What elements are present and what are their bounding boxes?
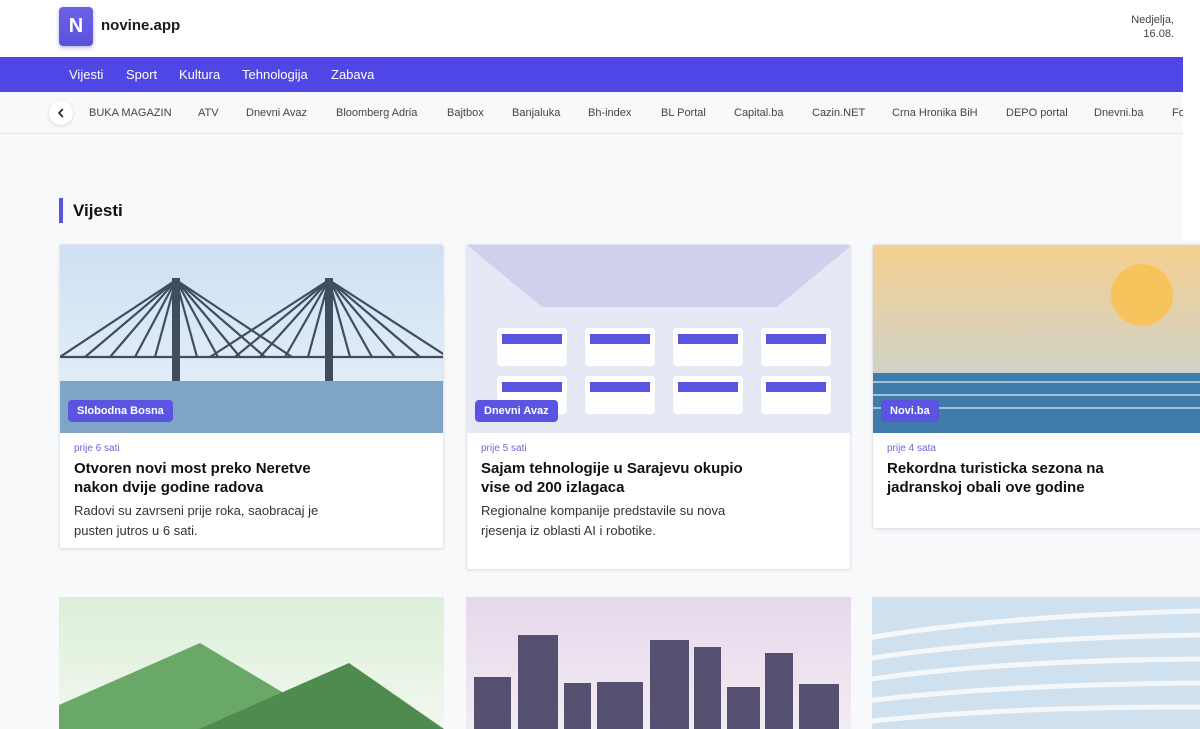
source-link[interactable]: DEPO portal xyxy=(1006,107,1068,119)
article-title[interactable]: Rekordna turisticka sezona na jadranskoj… xyxy=(887,459,1137,497)
article-title[interactable]: Otvoren novi most preko Neretve nakon dv… xyxy=(74,459,344,497)
section-title: Vijesti xyxy=(73,201,123,220)
source-link[interactable]: Bloomberg Adria xyxy=(336,107,417,119)
article-card[interactable]: Novi.ba prije 4 sata Rekordna turisticka… xyxy=(872,244,1200,529)
source-link[interactable]: Capital.ba xyxy=(734,107,784,119)
nav-item-tehnologija[interactable]: Tehnologija xyxy=(242,67,308,82)
article-card[interactable]: Dnevni Avaz prije 5 sati Sajam tehnologi… xyxy=(466,244,851,570)
nav-item-vijesti[interactable]: Vijesti xyxy=(69,67,103,82)
date-display: Nedjelja, 16.08. xyxy=(1131,13,1174,41)
source-badge[interactable]: Novi.ba xyxy=(881,400,939,422)
article-card[interactable] xyxy=(466,597,851,729)
source-badge[interactable]: Slobodna Bosna xyxy=(68,400,173,422)
main-nav: Vijesti Sport Kultura Tehnologija Zabava xyxy=(0,57,1200,92)
sources-bar: BUKA MAGAZIN ATV Dnevni Avaz Bloomberg A… xyxy=(0,92,1200,134)
section-accent-bar xyxy=(59,198,63,223)
source-link[interactable]: Bh-index xyxy=(588,107,631,119)
mountains-illustration xyxy=(59,597,444,729)
article-description: Regionalne kompanije predstavile su nova… xyxy=(481,503,726,538)
source-link[interactable]: Dnevni.ba xyxy=(1094,107,1144,119)
logo[interactable]: N xyxy=(59,7,93,46)
source-link[interactable]: Crna Hronika BiH xyxy=(892,107,978,119)
nav-item-kultura[interactable]: Kultura xyxy=(179,67,220,82)
brand-name[interactable]: novine.app xyxy=(101,17,180,34)
nav-item-sport[interactable]: Sport xyxy=(126,67,157,82)
source-link[interactable]: BUKA MAGAZIN xyxy=(89,107,172,119)
waves-illustration xyxy=(872,597,1200,729)
top-header: N novine.app Nedjelja, 16.08. xyxy=(0,0,1200,57)
source-link[interactable]: Bajtbox xyxy=(447,107,484,119)
nav-item-zabava[interactable]: Zabava xyxy=(331,67,374,82)
article-description: Radovi su zavrseni prije roka, saobracaj… xyxy=(74,503,319,538)
article-card[interactable]: Slobodna Bosna prije 6 sati Otvoren novi… xyxy=(59,244,444,549)
article-card[interactable] xyxy=(872,597,1200,729)
chevron-left-icon xyxy=(58,108,64,118)
date-weekday: Nedjelja, xyxy=(1131,14,1174,26)
scroll-left-button[interactable] xyxy=(49,101,73,125)
article-time: prije 5 sati xyxy=(481,443,527,454)
logo-letter: N xyxy=(68,15,84,37)
source-link[interactable]: Cazin.NET xyxy=(812,107,865,119)
article-card[interactable] xyxy=(59,597,444,729)
source-link[interactable]: Dnevni Avaz xyxy=(246,107,307,119)
source-badge[interactable]: Dnevni Avaz xyxy=(475,400,558,422)
article-time: prije 4 sata xyxy=(887,443,936,454)
source-link[interactable]: ATV xyxy=(198,107,219,119)
source-link[interactable]: BL Portal xyxy=(661,107,706,119)
date-day: 16.08. xyxy=(1143,28,1174,40)
city-skyline-illustration xyxy=(466,597,851,729)
article-title[interactable]: Sajam tehnologije u Sarajevu okupio vise… xyxy=(481,459,751,497)
source-link[interactable]: Banjaluka xyxy=(512,107,560,119)
scrollbar-track[interactable] xyxy=(1183,57,1200,241)
article-time: prije 6 sati xyxy=(74,443,120,454)
